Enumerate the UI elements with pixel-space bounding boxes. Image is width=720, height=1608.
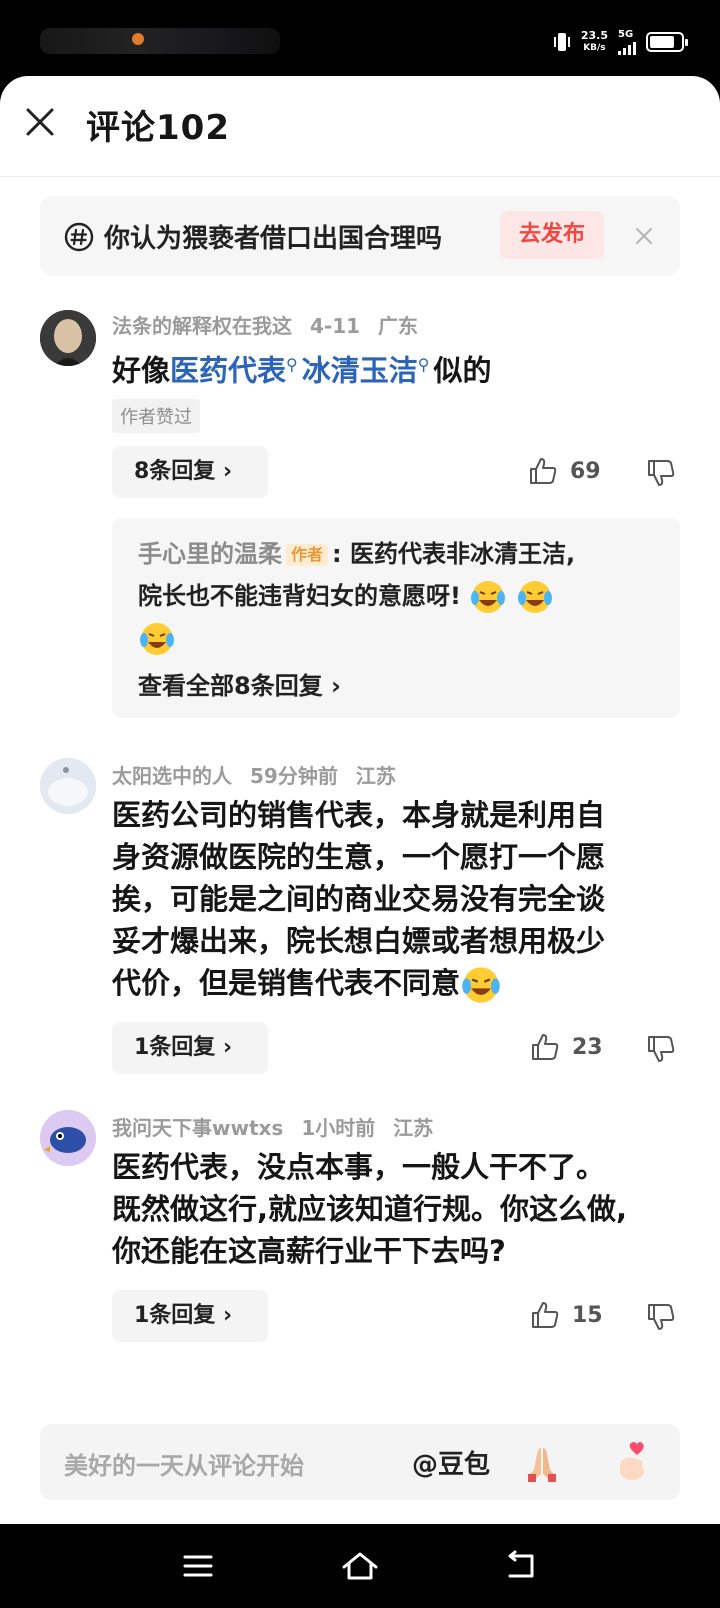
comment-text: 好像医药代表⚲ 冰清玉洁⚲ 似的 [112,353,492,388]
page-title: 评论102 [86,108,230,148]
system-nav-bar [0,1524,720,1608]
publish-button[interactable]: 去发布 [500,211,604,259]
comment-meta: 太阳选中的人 59分钟前 江苏 [112,760,414,789]
comment-meta: 法条的解释权在我这 4-11 广东 [112,310,436,339]
thumbs-down-icon[interactable] [646,1302,676,1332]
author-liked-badge: 作者赞过 [112,399,200,433]
topic-prompt-text: 你认为猥亵者借口出国合理吗 [104,224,443,254]
laugh-cry-emoji-icon [462,967,500,1003]
signal-indicator: 5G [618,29,636,55]
comments-sheet: 评论102 你认为猥亵者借口出国合理吗 去发布 法条的解释权在我这 4-11 广东 … [0,76,720,1524]
vibrate-icon [553,33,570,51]
thumbs-down-icon[interactable] [646,1034,676,1064]
like-button[interactable]: 69 [528,456,601,486]
replies-button[interactable]: 1条回复 › [112,1022,268,1074]
comment-author[interactable]: 我问天下事wwtxs [112,1116,283,1140]
comment-text: 医药代表，没点本事，一般人干不了。 既然做这行,就应该知道行规。你这么做, 你还… [112,1150,628,1268]
close-icon[interactable] [22,104,58,140]
search-link[interactable]: 医药代表 [170,354,286,388]
finger-heart-emoji-icon[interactable] [610,1440,654,1484]
user-photo [40,310,96,366]
search-link[interactable]: 冰清玉洁 [302,354,418,388]
battery-icon [646,32,688,52]
comment-author[interactable]: 太阳选中的人 [112,764,232,788]
avatar[interactable] [40,758,96,814]
like-count: 15 [572,1302,603,1328]
comment-input[interactable]: 美好的一天从评论开始 @豆包 [40,1424,680,1500]
like-button[interactable]: 23 [530,1032,603,1062]
network-speed: 23.5 KB/s [580,29,608,54]
comments-header: 评论102 [0,76,720,177]
status-indicators: 23.5 KB/s 5G [553,26,688,58]
laugh-cry-emoji-icon [140,623,174,655]
dismiss-prompt-icon[interactable] [632,224,656,248]
comment-date: 4-11 [310,314,361,338]
laugh-cry-emoji-icon [517,581,552,613]
comment-region: 江苏 [355,764,396,788]
thumbs-up-icon [532,1034,559,1060]
reply-author[interactable]: 手心里的温柔 [138,540,282,568]
comment-date: 59分钟前 [250,764,338,788]
reply-preview[interactable]: 手心里的温柔 作者: 医药代表非冰清王洁, 院长也不能违背妇女的意愿呀! 查看全部… [112,518,680,718]
search-icon: ⚲ [417,355,430,374]
back-icon[interactable] [504,1550,538,1582]
home-icon[interactable] [340,1550,380,1582]
reply-line: 院长也不能违背妇女的意愿呀! [138,576,554,616]
notification-dot [132,33,144,45]
user-photo [40,758,96,814]
thumbs-up-icon [530,458,557,484]
signal-bars-icon [618,41,636,55]
search-icon: ⚲ [286,355,298,374]
author-badge: 作者 [286,544,329,566]
thumbs-down-icon[interactable] [646,458,676,488]
menu-icon[interactable] [182,1550,214,1582]
like-count: 69 [570,458,601,484]
comment-region: 江苏 [393,1116,434,1140]
laugh-cry-emoji-icon [471,581,506,613]
avatar[interactable] [40,310,96,366]
hashtag-icon [64,222,94,252]
comment-text: 医药公司的销售代表，本身就是利用自 身资源做医院的生意，一个愿打一个愿 挨，可能… [112,794,605,1006]
mention-doubao-button[interactable]: @豆包 [412,1444,490,1481]
reply-line [138,618,176,658]
thumbs-up-icon [532,1302,559,1328]
like-count: 23 [572,1034,603,1060]
view-all-replies-link[interactable]: 查看全部8条回复 › [138,666,341,701]
status-bar: 23.5 KB/s 5G [0,0,720,80]
comment-date: 1小时前 [301,1116,376,1140]
replies-button[interactable]: 1条回复 › [112,1290,268,1342]
replies-button[interactable]: 8条回复 › [112,446,268,498]
avatar[interactable] [40,1110,96,1166]
user-photo [40,1110,96,1166]
comment-meta: 我问天下事wwtxs 1小时前 江苏 [112,1112,451,1141]
comment-author[interactable]: 法条的解释权在我这 [112,314,292,338]
comment-region: 广东 [378,314,419,338]
comment-input-placeholder: 美好的一天从评论开始 [64,1452,304,1480]
praying-hands-emoji-icon[interactable] [520,1440,564,1484]
topic-prompt[interactable]: 你认为猥亵者借口出国合理吗 去发布 [40,196,680,276]
like-button[interactable]: 15 [530,1300,603,1330]
blurred-notification-icons [40,28,280,54]
reply-line: 手心里的温柔 作者: 医药代表非冰清王洁, [138,540,576,568]
